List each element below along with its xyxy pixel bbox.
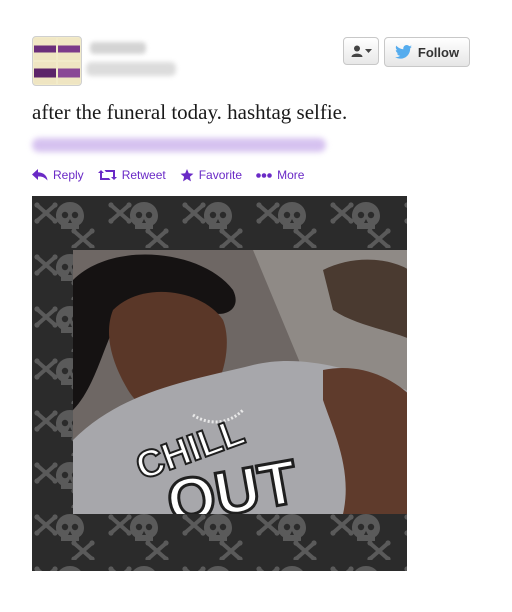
- selfie-illustration: CHILL OUT: [73, 250, 407, 514]
- star-icon: [180, 168, 194, 181]
- retweet-label: Retweet: [121, 168, 166, 182]
- tweet-photo[interactable]: CHILL OUT: [32, 196, 407, 571]
- retweet-icon: [97, 170, 117, 180]
- user-display-name-redacted[interactable]: [90, 42, 146, 54]
- tweet-actions: Reply Retweet Favorite More: [32, 168, 304, 182]
- selfie-image: CHILL OUT: [73, 250, 407, 514]
- reply-icon: [32, 169, 48, 181]
- follow-button[interactable]: Follow: [384, 37, 470, 67]
- user-icon: [351, 45, 362, 57]
- favorite-label: Favorite: [198, 168, 243, 182]
- user-handle-redacted[interactable]: [86, 62, 176, 76]
- twitter-bird-icon: [395, 45, 412, 59]
- favorite-button[interactable]: Favorite: [180, 168, 242, 182]
- follow-label: Follow: [417, 44, 460, 60]
- avatar[interactable]: [32, 36, 82, 86]
- ellipsis-icon: [256, 172, 272, 178]
- user-actions-dropdown-button[interactable]: [343, 37, 379, 65]
- chevron-down-icon: [364, 48, 372, 53]
- tweet-card: Follow after the funeral today. hashtag …: [0, 0, 512, 612]
- tweet-text: after the funeral today. hashtag selfie.: [32, 100, 348, 124]
- reply-button[interactable]: Reply: [32, 168, 84, 182]
- more-label: More: [277, 168, 305, 182]
- retweet-button[interactable]: Retweet: [97, 168, 166, 182]
- tweet-link-redacted[interactable]: [32, 138, 326, 152]
- reply-label: Reply: [53, 168, 84, 182]
- more-button[interactable]: More: [256, 168, 304, 182]
